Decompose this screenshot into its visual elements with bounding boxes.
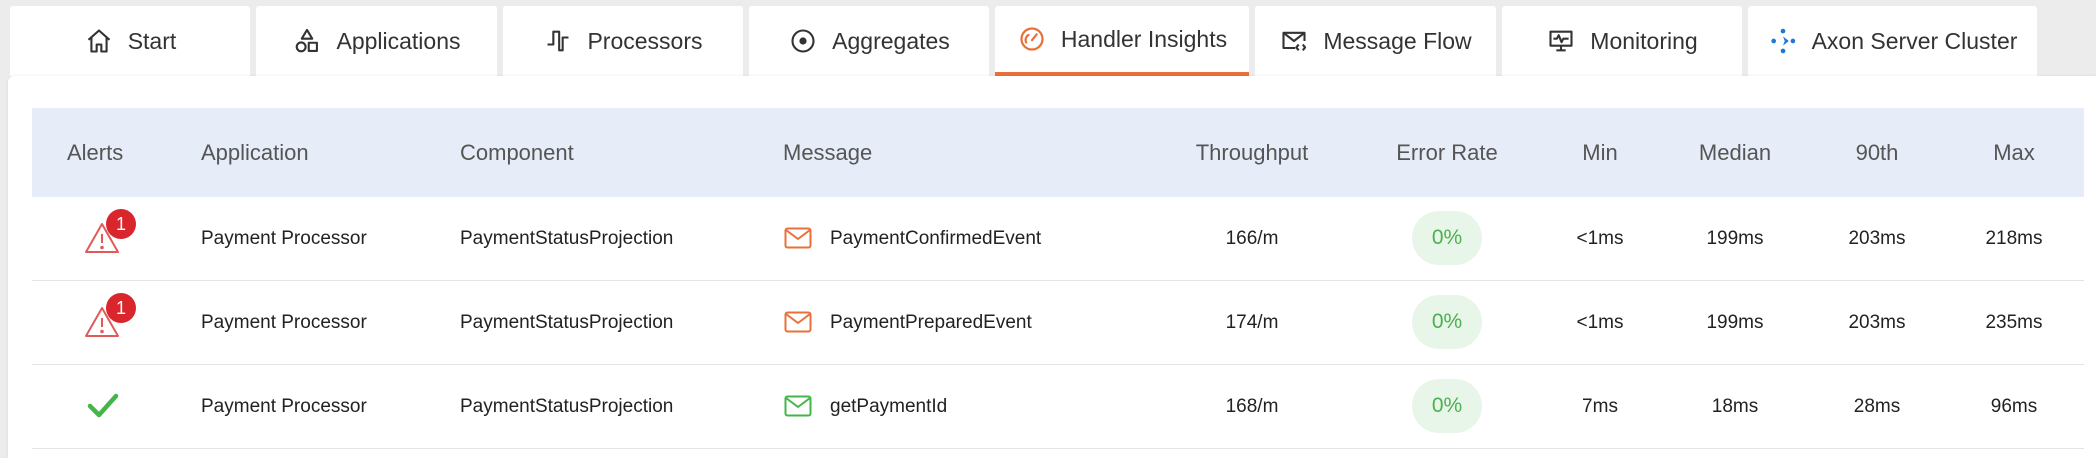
column-header-component[interactable]: Component [460, 108, 574, 197]
tab-aggregates[interactable]: Aggregates [749, 6, 989, 76]
event-envelope-icon [784, 227, 812, 251]
table-row[interactable]: 1 Payment Processor PaymentStatusProject… [32, 197, 2084, 281]
error-rate-pill: 0% [1412, 295, 1482, 349]
alert-indicator [84, 365, 136, 448]
application-cell: Payment Processor [201, 228, 367, 249]
min-cell: <1ms [1576, 228, 1624, 249]
column-header-throughput[interactable]: Throughput [1196, 108, 1309, 197]
throughput-cell: 174/m [1225, 312, 1279, 333]
gauge-icon [1017, 24, 1047, 54]
tab-aggregates-label: Aggregates [832, 27, 950, 54]
tab-message-flow[interactable]: Message Flow [1255, 6, 1496, 76]
tab-axon-server-cluster[interactable]: Axon Server Cluster [1748, 6, 2037, 76]
tab-handler-insights-label: Handler Insights [1060, 25, 1228, 52]
tab-applications-label: Applications [336, 27, 461, 54]
column-header-alerts[interactable]: Alerts [67, 108, 123, 197]
home-icon [84, 26, 114, 56]
tab-message-flow-label: Message Flow [1323, 27, 1472, 54]
tab-start-label: Start [127, 27, 177, 54]
alert-count-badge: 1 [106, 293, 136, 323]
column-header-error-rate[interactable]: Error Rate [1396, 108, 1497, 197]
message-cell[interactable]: PaymentPreparedEvent [784, 281, 1032, 364]
message-cell[interactable]: getPaymentId [784, 365, 947, 448]
event-envelope-icon [784, 311, 812, 335]
throughput-cell: 168/m [1225, 396, 1279, 417]
throughput-cell: 166/m [1225, 228, 1279, 249]
application-cell: Payment Processor [201, 396, 367, 417]
min-cell: <1ms [1576, 312, 1624, 333]
median-cell: 199ms [1706, 228, 1764, 249]
error-rate-pill: 0% [1412, 379, 1482, 433]
p90-cell: 203ms [1848, 228, 1906, 249]
tab-monitoring[interactable]: Monitoring [1502, 6, 1742, 76]
handler-insights-table: Alerts Application Component Message Thr… [32, 108, 2084, 449]
column-header-min[interactable]: Min [1582, 108, 1617, 197]
column-header-max[interactable]: Max [1993, 108, 2035, 197]
p90-cell: 203ms [1848, 312, 1906, 333]
component-cell: PaymentStatusProjection [460, 228, 674, 249]
tab-processors-label: Processors [587, 27, 703, 54]
axon-logo-icon [1768, 26, 1798, 56]
checkmark-icon [87, 393, 119, 418]
alert-count-badge: 1 [106, 209, 136, 239]
message-name: PaymentConfirmedEvent [830, 227, 1042, 249]
p90-cell: 28ms [1853, 396, 1901, 417]
alert-indicator[interactable]: 1 [84, 281, 136, 364]
processor-icon [543, 26, 573, 56]
max-cell: 218ms [1985, 228, 2043, 249]
envelope-code-icon [1279, 26, 1309, 56]
component-cell: PaymentStatusProjection [460, 312, 674, 333]
min-cell: 7ms [1582, 396, 1618, 417]
column-header-90th[interactable]: 90th [1856, 108, 1899, 197]
column-header-application[interactable]: Application [201, 108, 309, 197]
query-envelope-icon [784, 395, 812, 419]
shapes-icon [292, 26, 322, 56]
column-header-message[interactable]: Message [783, 108, 872, 197]
error-rate-pill: 0% [1412, 211, 1482, 265]
tab-handler-insights[interactable]: Handler Insights [995, 6, 1249, 76]
median-cell: 199ms [1706, 312, 1764, 333]
median-cell: 18ms [1711, 396, 1759, 417]
target-icon [788, 26, 818, 56]
tab-start[interactable]: Start [10, 6, 250, 76]
tab-processors[interactable]: Processors [503, 6, 743, 76]
message-name: PaymentPreparedEvent [830, 311, 1032, 333]
table-header: Alerts Application Component Message Thr… [32, 108, 2084, 197]
table-row[interactable]: Payment Processor PaymentStatusProjectio… [32, 365, 2084, 449]
tab-axon-server-cluster-label: Axon Server Cluster [1811, 27, 2018, 54]
max-cell: 96ms [1990, 396, 2038, 417]
table-row[interactable]: 1 Payment Processor PaymentStatusProject… [32, 281, 2084, 365]
monitor-icon [1546, 26, 1576, 56]
column-header-median[interactable]: Median [1699, 108, 1771, 197]
message-cell[interactable]: PaymentConfirmedEvent [784, 197, 1041, 280]
component-cell: PaymentStatusProjection [460, 396, 674, 417]
tab-applications[interactable]: Applications [256, 6, 497, 76]
message-name: getPaymentId [830, 395, 948, 417]
tab-monitoring-label: Monitoring [1590, 27, 1698, 54]
handler-insights-panel: Alerts Application Component Message Thr… [8, 76, 2096, 458]
main-tab-bar: Start Applications Processors Aggregates [0, 0, 2096, 76]
max-cell: 235ms [1985, 312, 2043, 333]
application-cell: Payment Processor [201, 312, 367, 333]
alert-indicator[interactable]: 1 [84, 197, 136, 280]
